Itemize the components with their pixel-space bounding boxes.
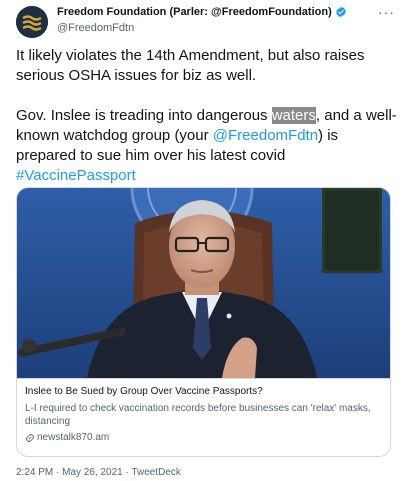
hashtag-link[interactable]: #VaccinePassport <box>16 167 136 184</box>
governor-photo <box>17 188 390 378</box>
tweet-text: It likely violates the 14th Amendment, b… <box>16 46 400 186</box>
card-description: L-I required to check vaccination record… <box>25 403 371 427</box>
link-card[interactable]: Inslee to Be Sued by Group Over Vaccine … <box>16 187 391 457</box>
card-meta[interactable]: Inslee to Be Sued by Group Over Vaccine … <box>17 378 390 456</box>
tweet-paragraph-2: Gov. Inslee is treading into dangerous w… <box>16 106 400 186</box>
verified-badge-icon <box>335 6 346 18</box>
tweet-timestamp[interactable]: 2:24 PM · May 26, 2021 · TweetDeck <box>16 467 181 478</box>
tweet-text-segment: Gov. Inslee is treading into dangerous <box>16 107 272 124</box>
tweet-paragraph-1: It likely violates the 14th Amendment, b… <box>16 47 365 84</box>
author-display-name[interactable]: Freedom Foundation (Parler: @FreedomFoun… <box>57 6 332 18</box>
tweet: Freedom Foundation (Parler: @FreedomFoun… <box>0 0 411 481</box>
avatar[interactable] <box>16 6 48 38</box>
author-handle[interactable]: @FreedomFdtn <box>57 22 134 34</box>
card-domain[interactable]: newstalk870.am <box>25 431 384 444</box>
card-title[interactable]: Inslee to Be Sued by Group Over Vaccine … <box>25 385 384 398</box>
mention-link[interactable]: @FreedomFdtn <box>213 127 318 144</box>
highlighted-word: waters <box>271 107 316 124</box>
card-domain-text[interactable]: newstalk870.am <box>37 431 109 444</box>
link-icon <box>26 433 34 442</box>
freedom-foundation-logo-icon <box>16 6 48 38</box>
card-image[interactable] <box>17 188 390 378</box>
more-options-icon[interactable]: ··· <box>378 4 395 20</box>
author-name[interactable]: Freedom Foundation (Parler: @FreedomFoun… <box>57 6 347 18</box>
